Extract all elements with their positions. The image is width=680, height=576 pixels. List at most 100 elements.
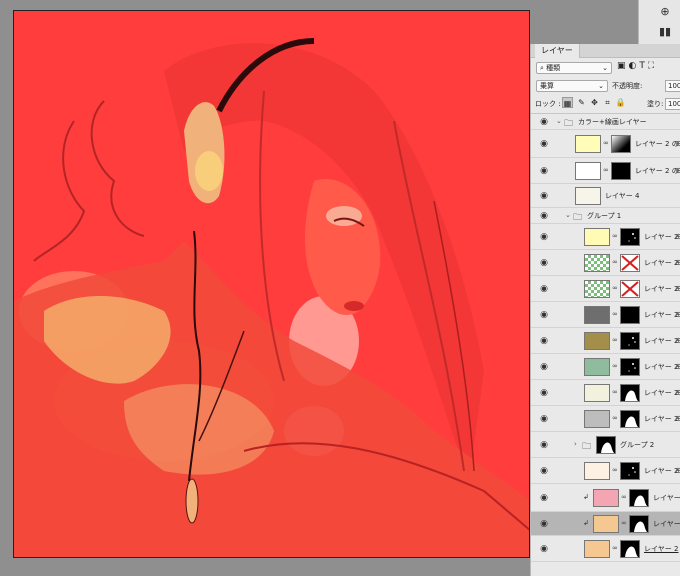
layer-kind-filter[interactable]: ⌕ 種類 ⌄: [536, 62, 612, 74]
layer-thumbnail[interactable]: [593, 515, 619, 533]
info-panel-icon[interactable]: ⊕: [655, 4, 675, 20]
layer-mask-thumbnail[interactable]: [620, 306, 640, 324]
layer-effects-icon[interactable]: ⊕: [675, 310, 680, 319]
layer-thumbnail[interactable]: [584, 228, 610, 246]
layer-thumbnail[interactable]: [584, 280, 610, 298]
chevron-down-icon[interactable]: ⌄: [556, 117, 562, 125]
layer-thumbnail[interactable]: [575, 162, 601, 180]
layer-mask-thumbnail[interactable]: [620, 462, 640, 480]
layer-effects-icon[interactable]: ⊕: [675, 284, 680, 293]
fill-input[interactable]: 100: [665, 98, 680, 110]
layer-mask-thumbnail[interactable]: [620, 410, 640, 428]
layer-mask-thumbnail[interactable]: [620, 358, 640, 376]
visibility-eye-icon[interactable]: ◉: [538, 414, 550, 424]
layer-thumbnail[interactable]: [593, 489, 619, 507]
layer-row[interactable]: ◉∞レイヤー 2 ...⊕: [531, 224, 680, 250]
link-chain-icon[interactable]: ∞: [612, 362, 618, 370]
link-chain-icon[interactable]: ∞: [621, 519, 627, 527]
layer-row[interactable]: ◉ ∞ レイヤー 2: [531, 536, 680, 562]
lock-all-icon[interactable]: 🔒: [615, 97, 626, 108]
layer-thumbnail[interactable]: [584, 410, 610, 428]
visibility-eye-icon[interactable]: ◉: [538, 336, 550, 346]
layer-row[interactable]: ◉∞レイヤー 2 ...⊕: [531, 380, 680, 406]
link-chain-icon[interactable]: ∞: [612, 544, 618, 552]
layer-row[interactable]: ◉∞レイヤー 2 のコピ⊕: [531, 276, 680, 302]
chevron-down-icon[interactable]: ⌄: [565, 211, 571, 219]
layer-row[interactable]: ◉∞レイヤー 2 のコピ⊕: [531, 250, 680, 276]
layer-thumbnail[interactable]: [584, 254, 610, 272]
layer-thumbnail[interactable]: [584, 358, 610, 376]
layer-thumbnail[interactable]: [575, 135, 601, 153]
visibility-eye-icon[interactable]: ◉: [538, 139, 550, 149]
visibility-eye-icon[interactable]: ◉: [538, 544, 550, 554]
layer-row[interactable]: ◉ レイヤー 4: [531, 184, 680, 208]
layer-effects-icon[interactable]: ⊕: [675, 258, 680, 267]
layer-mask-thumbnail[interactable]: [596, 436, 616, 454]
visibility-eye-icon[interactable]: ◉: [538, 362, 550, 372]
document-canvas[interactable]: [13, 10, 530, 558]
layer-thumbnail[interactable]: [584, 384, 610, 402]
visibility-eye-icon[interactable]: ◉: [538, 493, 550, 503]
layer-effects-icon[interactable]: ⊕: [675, 388, 680, 397]
link-chain-icon[interactable]: ∞: [612, 414, 618, 422]
tab-layers[interactable]: レイヤー: [535, 44, 580, 58]
link-chain-icon[interactable]: ∞: [612, 232, 618, 240]
visibility-eye-icon[interactable]: ◉: [538, 166, 550, 176]
visibility-eye-icon[interactable]: ◉: [538, 519, 550, 529]
link-chain-icon[interactable]: ∞: [612, 310, 618, 318]
blend-mode-select[interactable]: 乗算 ⌄: [536, 80, 608, 92]
layer-row[interactable]: ◉∞レイヤー 2 ...⊕: [531, 354, 680, 380]
lock-position-icon[interactable]: ✥: [589, 97, 600, 108]
layer-row[interactable]: ◉ ↲ ∞ レイヤー ...: [531, 484, 680, 512]
visibility-eye-icon[interactable]: ◉: [538, 211, 550, 221]
link-chain-icon[interactable]: ∞: [612, 284, 618, 292]
layer-thumbnail[interactable]: [584, 540, 610, 558]
chevron-right-icon[interactable]: ›: [574, 440, 577, 448]
layer-effects-icon[interactable]: ⊕: [675, 362, 680, 371]
layer-effects-icon[interactable]: ⊕: [675, 139, 680, 148]
layer-row[interactable]: ◉ ∞ レイヤー 2 のコピー 1⊕: [531, 130, 680, 158]
lock-pixels-icon[interactable]: ✎: [576, 97, 587, 108]
layer-row[interactable]: ◉ ∞ レイヤー 2 のコピー⊕: [531, 158, 680, 184]
visibility-eye-icon[interactable]: ◉: [538, 284, 550, 294]
layer-mask-thumbnail[interactable]: [620, 280, 640, 298]
layer-mask-thumbnail[interactable]: [629, 515, 649, 533]
type-filter-icon[interactable]: T: [639, 61, 648, 71]
visibility-eye-icon[interactable]: ◉: [538, 232, 550, 242]
layer-mask-thumbnail[interactable]: [611, 162, 631, 180]
opacity-input[interactable]: 100: [665, 80, 680, 92]
layer-row[interactable]: ◉∞レイヤー 2 ...⊕: [531, 406, 680, 432]
link-chain-icon[interactable]: ∞: [603, 139, 609, 147]
layer-mask-thumbnail[interactable]: [620, 332, 640, 350]
layer-thumbnail[interactable]: [584, 332, 610, 350]
link-chain-icon[interactable]: ∞: [612, 388, 618, 396]
brush-preset-icon[interactable]: ▮▮: [655, 24, 675, 40]
image-filter-icon[interactable]: ▣: [617, 61, 629, 71]
shape-filter-icon[interactable]: ⛶: [648, 61, 657, 71]
layer-row[interactable]: ◉∞レイヤー 2 ...⊕: [531, 458, 680, 484]
visibility-eye-icon[interactable]: ◉: [538, 117, 550, 127]
layer-row[interactable]: ◉∞レイヤー 2 ...⊕: [531, 328, 680, 354]
layer-mask-thumbnail[interactable]: [620, 254, 640, 272]
layer-thumbnail[interactable]: [584, 306, 610, 324]
lock-artboard-icon[interactable]: ⌗: [602, 97, 613, 108]
layer-mask-thumbnail[interactable]: [620, 228, 640, 246]
visibility-eye-icon[interactable]: ◉: [538, 466, 550, 476]
layer-effects-icon[interactable]: ⊕: [675, 466, 680, 475]
link-chain-icon[interactable]: ∞: [603, 166, 609, 174]
layer-group-row[interactable]: ◉ › 🗀 グループ 2: [531, 432, 680, 458]
layer-thumbnail[interactable]: [575, 187, 601, 205]
layer-mask-thumbnail[interactable]: [629, 489, 649, 507]
layer-row[interactable]: ◉∞レイヤー 2 のコピ⊕: [531, 302, 680, 328]
layer-row[interactable]: ◉ ↲ ∞ レイヤー ...: [531, 512, 680, 536]
layer-effects-icon[interactable]: ⊕: [675, 414, 680, 423]
layer-thumbnail[interactable]: [584, 462, 610, 480]
layer-effects-icon[interactable]: ⊕: [675, 166, 680, 175]
layer-effects-icon[interactable]: ⊕: [675, 336, 680, 345]
layer-effects-icon[interactable]: ⊕: [675, 232, 680, 241]
layer-mask-thumbnail[interactable]: [611, 135, 631, 153]
link-chain-icon[interactable]: ∞: [612, 466, 618, 474]
layer-mask-thumbnail[interactable]: [620, 540, 640, 558]
lock-transparent-icon[interactable]: ▦: [562, 97, 573, 108]
layer-group-row[interactable]: ◉ ⌄ 🗀 カラー+線画レイヤー: [531, 114, 680, 130]
